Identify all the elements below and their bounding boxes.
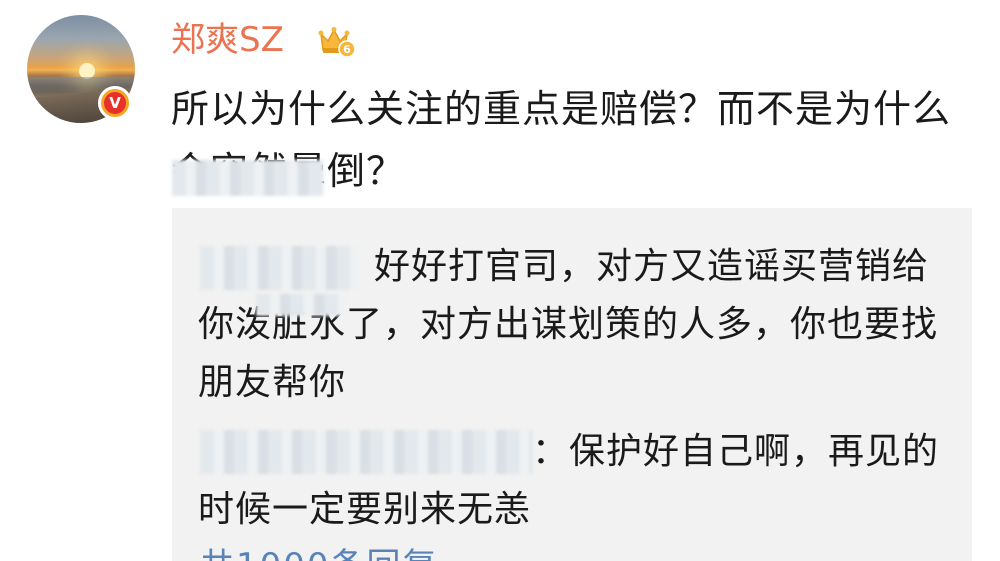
verified-badge-label: V <box>104 92 126 114</box>
comment-author-blur <box>200 430 532 474</box>
username[interactable]: 郑爽SZ <box>171 18 284 62</box>
more-replies-link[interactable]: 共1000条回复 <box>200 546 439 561</box>
redaction-blur <box>256 294 346 316</box>
level-number: 6 <box>343 43 351 56</box>
redaction-blur <box>172 160 324 196</box>
verified-icon: V <box>98 86 132 120</box>
comment-author-blur <box>200 246 360 290</box>
crown-level-icon: 6 <box>318 27 356 58</box>
weibo-post: V 郑爽SZ 6 所以为什么关注的重点是赔偿？而不是为什么会突然晕倒？ 好好打官… <box>0 0 1000 561</box>
comments-panel: 好好打官司，对方又造谣买营销给你泼脏水了，对方出谋划策的人多，你也要找朋友帮你 … <box>172 208 972 561</box>
